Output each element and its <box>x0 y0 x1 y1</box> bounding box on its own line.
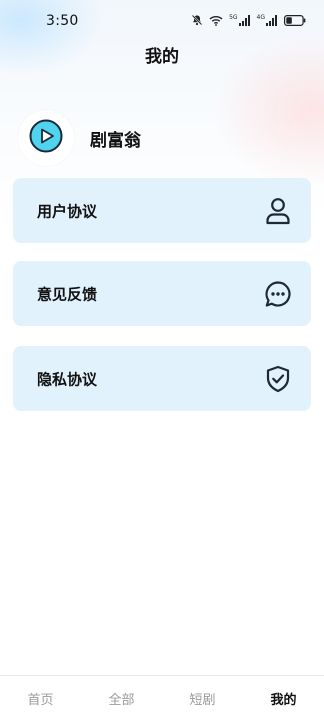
signal-4g-label: 4G <box>256 13 265 21</box>
status-bar: 3:50 5G 4G <box>0 0 324 44</box>
chat-bubble-icon <box>263 279 293 309</box>
menu-item-feedback[interactable]: 意见反馈 <box>13 261 311 326</box>
shield-check-icon <box>263 364 293 394</box>
username: 剧富翁 <box>90 130 141 151</box>
play-icon <box>29 119 63 157</box>
status-time: 3:50 <box>46 13 79 29</box>
signal-5g-label: 5G <box>229 13 238 21</box>
avatar[interactable] <box>18 110 74 166</box>
page-title: 我的 <box>145 47 179 67</box>
wifi-icon <box>209 15 223 26</box>
signal-5g-icon: 5G <box>229 13 250 26</box>
menu-item-label: 隐私协议 <box>37 370 98 388</box>
tab-home[interactable]: 首页 <box>0 676 81 720</box>
status-icons: 5G 4G <box>191 14 306 26</box>
tab-all[interactable]: 全部 <box>81 676 162 720</box>
tab-mine[interactable]: 我的 <box>243 676 324 720</box>
bottom-tab-bar: 首页 全部 短剧 我的 <box>0 675 324 720</box>
tab-short-drama[interactable]: 短剧 <box>162 676 243 720</box>
menu-item-label: 用户协议 <box>37 202 98 220</box>
menu-item-label: 意见反馈 <box>37 285 98 303</box>
profile-section[interactable]: 剧富翁 <box>18 110 141 166</box>
signal-4g-icon: 4G <box>256 13 278 26</box>
menu-item-privacy-policy[interactable]: 隐私协议 <box>13 346 311 411</box>
user-icon <box>263 196 293 226</box>
menu-item-user-agreement[interactable]: 用户协议 <box>13 178 311 243</box>
battery-icon <box>284 14 306 26</box>
mute-bell-icon <box>191 14 203 26</box>
